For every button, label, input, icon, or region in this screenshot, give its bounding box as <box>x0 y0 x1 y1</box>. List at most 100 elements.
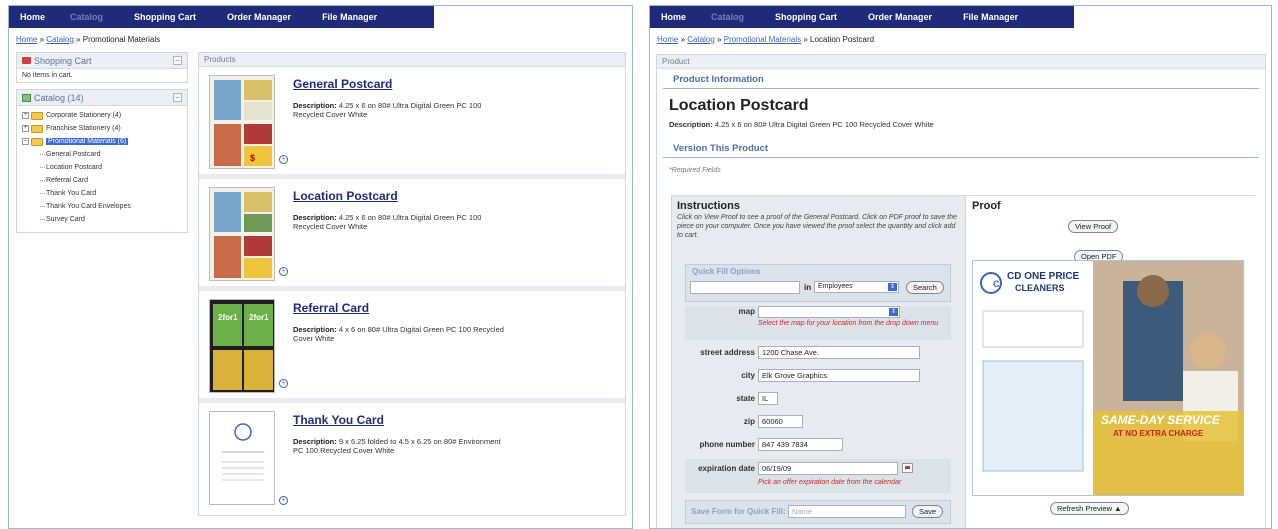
save-name-input[interactable]: Name <box>788 505 906 518</box>
quick-fill-select[interactable]: Employees ⇕ <box>814 281 899 293</box>
tree-item[interactable]: Thank You Card <box>22 187 182 200</box>
shopping-cart-header: Shopping Cart – <box>17 53 187 69</box>
nav-catalog[interactable]: Catalog <box>697 12 755 22</box>
products-header: Products <box>199 53 625 67</box>
version-title: Version This Product <box>663 138 1259 158</box>
shopping-cart-box: Shopping Cart – No items in cart. <box>16 52 188 83</box>
proof-brand-line2: CLEANERS <box>1015 283 1065 293</box>
zoom-icon[interactable]: + <box>279 379 288 388</box>
nav-catalog[interactable]: Catalog <box>56 12 114 22</box>
nav-order-manager[interactable]: Order Manager <box>848 12 943 22</box>
breadcrumb-sep: » <box>73 35 83 44</box>
quick-fill-input[interactable] <box>690 281 800 294</box>
product-thumbnail[interactable] <box>209 411 275 505</box>
instructions-text: Click on View Proof to see a proof of th… <box>677 214 957 240</box>
breadcrumb-current: Promotional Materials <box>82 35 161 44</box>
map-hint: Select the map for your location from th… <box>758 320 939 327</box>
tree-folder-selected[interactable]: – Promotional Materials (6) <box>22 135 182 148</box>
svg-text:$: $ <box>250 153 255 163</box>
product-title-link[interactable]: Location Postcard <box>293 189 513 203</box>
nav-home[interactable]: Home <box>9 12 56 22</box>
breadcrumb-sep: » <box>714 35 724 44</box>
tree-item[interactable]: Referral Card <box>22 174 182 187</box>
nav-home[interactable]: Home <box>650 12 697 22</box>
tree-item[interactable]: General Postcard <box>22 148 182 161</box>
svg-text:2for1: 2for1 <box>218 313 238 322</box>
product-card: + Thank You Card Description: 9 x 6.25 f… <box>199 403 625 515</box>
product-info: General Postcard Description: 4.25 x 6 o… <box>293 75 513 166</box>
product-panel: Product Product Information Location Pos… <box>656 54 1266 528</box>
view-proof-button[interactable]: View Proof <box>1068 220 1119 233</box>
expand-icon[interactable]: + <box>22 112 29 119</box>
breadcrumb: Home » Catalog » Promotional Materials »… <box>650 28 1271 48</box>
cart-icon <box>22 57 31 64</box>
expiration-hint: Pick an offer expiration date from the c… <box>758 479 902 486</box>
search-button[interactable]: Search <box>906 281 944 294</box>
products-list: Products $ + General Postcard Descriptio… <box>198 52 626 516</box>
description-label: Description: <box>293 325 337 334</box>
nav-shopping-cart[interactable]: Shopping Cart <box>755 12 848 22</box>
tree-folder-label: Promotional Materials (6) <box>46 138 129 145</box>
breadcrumb-home[interactable]: Home <box>657 35 678 44</box>
product-title-link[interactable]: Referral Card <box>293 301 513 315</box>
expand-icon[interactable]: + <box>22 125 29 132</box>
cart-empty-text: No items in cart. <box>22 72 73 79</box>
collapse-icon[interactable]: – <box>22 138 29 145</box>
description-label: Description: <box>669 120 713 129</box>
city-input[interactable]: Elk Grove Graphics <box>758 369 920 382</box>
tree-item[interactable]: Thank You Card Envelopes <box>22 200 182 213</box>
map-label: map <box>738 307 755 316</box>
zoom-icon[interactable]: + <box>279 267 288 276</box>
breadcrumb-catalog[interactable]: Catalog <box>46 35 74 44</box>
select-arrow-icon: ⇕ <box>889 308 898 316</box>
product-thumbnail[interactable]: $ <box>209 75 275 169</box>
product-title-link[interactable]: Thank You Card <box>293 413 513 427</box>
street-input[interactable]: 1200 Chase Ave. <box>758 346 920 359</box>
zoom-icon[interactable]: + <box>279 155 288 164</box>
shopping-cart-title: Shopping Cart <box>34 55 92 66</box>
tree-folder[interactable]: + Corporate Stationery (4) <box>22 109 182 122</box>
zip-input[interactable]: 60060 <box>758 415 803 428</box>
tree-item[interactable]: Survey Card <box>22 213 182 226</box>
product-info: Referral Card Description: 4 x 6 on 80# … <box>293 299 513 390</box>
breadcrumb-catalog[interactable]: Catalog <box>687 35 715 44</box>
tree-folder[interactable]: + Franchise Stationery (4) <box>22 122 182 135</box>
proof-panel: Proof View Proof Open PDF C CD ONE PRICE… <box>965 196 1255 528</box>
zoom-icon[interactable]: + <box>279 496 288 505</box>
nav-file-manager[interactable]: File Manager <box>302 12 388 22</box>
product-title: Location Postcard <box>669 97 809 114</box>
collapse-catalog-button[interactable]: – <box>173 93 182 102</box>
description-text: 4.25 x 6 on 80# Ultra Digital Green PC 1… <box>714 120 934 129</box>
select-arrow-icon: ⇕ <box>888 283 897 291</box>
product-thumbnail[interactable] <box>209 187 275 281</box>
calendar-icon[interactable] <box>902 463 913 473</box>
quick-fill-box: Quick Fill Options in Employees ⇕ Search <box>685 264 951 302</box>
top-nav-bar: Home Catalog Shopping Cart Order Manager… <box>650 6 1074 28</box>
nav-order-manager[interactable]: Order Manager <box>207 12 302 22</box>
map-select[interactable]: ⇕ <box>758 306 900 318</box>
zip-label: zip <box>743 417 755 426</box>
svg-text:C: C <box>993 279 1000 289</box>
description-label: Description: <box>293 437 337 446</box>
phone-input[interactable]: 847 439 7834 <box>758 438 843 451</box>
catalog-title: Catalog (14) <box>34 92 84 103</box>
quick-fill-label: Quick Fill Options <box>692 267 761 276</box>
nav-shopping-cart[interactable]: Shopping Cart <box>114 12 207 22</box>
refresh-preview-button[interactable]: Refresh Preview ▲ <box>1050 502 1129 515</box>
product-thumbnail[interactable]: 2for1 2for1 <box>209 299 275 393</box>
product-title-link[interactable]: General Postcard <box>293 77 513 91</box>
quick-fill-in-label: in <box>804 283 812 292</box>
svg-text:2for1: 2for1 <box>249 313 269 322</box>
tree-folder-label: Corporate Stationery (4) <box>46 112 122 119</box>
top-nav: Home Catalog Shopping Cart Order Manager… <box>9 6 632 28</box>
state-input[interactable]: IL <box>758 392 778 405</box>
collapse-cart-button[interactable]: – <box>173 56 182 65</box>
breadcrumb-home[interactable]: Home <box>16 35 37 44</box>
expiration-input[interactable]: 06/19/09 <box>758 462 898 475</box>
product-detail-window: Home Catalog Shopping Cart Order Manager… <box>649 5 1272 529</box>
save-button[interactable]: Save <box>912 505 944 518</box>
breadcrumb-promo[interactable]: Promotional Materials <box>724 35 801 44</box>
nav-file-manager[interactable]: File Manager <box>943 12 1029 22</box>
catalog-header: Catalog (14) – <box>17 90 187 106</box>
tree-item[interactable]: Location Postcard <box>22 161 182 174</box>
